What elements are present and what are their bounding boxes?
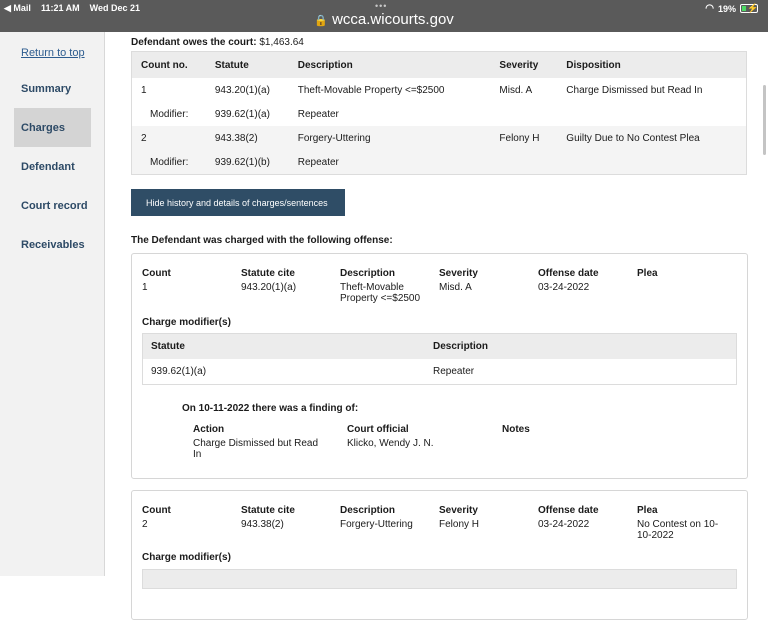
finding-title: On 10-11-2022 there was a finding of: bbox=[182, 403, 359, 414]
amount-owed-label: Defendant owes the court: bbox=[131, 37, 257, 48]
column-header: Description bbox=[297, 59, 353, 71]
statute-cite-label: Statute cite bbox=[241, 505, 295, 516]
amount-owed-value: $1,463.64 bbox=[259, 37, 304, 48]
offense-date-value: 03-24-2022 bbox=[538, 519, 590, 530]
statute-cite-value: 943.38(2) bbox=[241, 519, 284, 530]
return-to-top-label: Return to top bbox=[21, 46, 85, 59]
action-label: Action bbox=[193, 424, 225, 435]
modifier-description: Repeater bbox=[433, 366, 475, 377]
count-value: 2 bbox=[142, 519, 148, 530]
count-value: 1 bbox=[142, 282, 148, 293]
table-row: Modifier: 939.62(1)(b) Repeater bbox=[132, 150, 746, 174]
offense-section-title: The Defendant was charged with the follo… bbox=[131, 235, 393, 246]
cell-count: 1 bbox=[141, 84, 147, 96]
battery-percent: 19% bbox=[717, 3, 736, 14]
address-bar[interactable]: 🔒 wcca.wicourts.gov bbox=[0, 11, 768, 28]
offense-date-label: Offense date bbox=[538, 505, 599, 516]
count-label: Count bbox=[142, 268, 171, 279]
address-url: wcca.wicourts.gov bbox=[332, 11, 454, 28]
court-official-label: Court official bbox=[347, 424, 409, 435]
charges-table: Count no. Statute Description Severity D… bbox=[131, 51, 747, 175]
offense-card: Count Statute cite Description Severity … bbox=[131, 490, 748, 620]
sidebar-item-charges[interactable]: Charges bbox=[14, 108, 91, 147]
action-value-line2: In bbox=[193, 449, 202, 460]
cell-statute: 939.62(1)(b) bbox=[214, 156, 270, 168]
page-scrollbar[interactable] bbox=[763, 85, 766, 155]
charge-modifiers-title: Charge modifier(s) bbox=[142, 317, 231, 328]
notes-label: Notes bbox=[502, 424, 530, 435]
severity-label: Severity bbox=[439, 505, 478, 516]
severity-value: Felony H bbox=[439, 519, 480, 530]
cell-severity: Felony H bbox=[499, 132, 540, 144]
cell-description: Theft-Movable Property <=$2500 bbox=[297, 84, 445, 96]
sidebar-item-summary[interactable]: Summary bbox=[14, 69, 91, 108]
description-value-line1: Theft-Movable bbox=[340, 282, 404, 293]
offense-card: Count Statute cite Description Severity … bbox=[131, 253, 748, 479]
cell-description: Repeater bbox=[297, 156, 339, 168]
ios-status-bar: ◀ Mail 11:21 AM Wed Dec 21 ••• 🔒 wcca.wi… bbox=[0, 0, 768, 32]
table-row: Modifier: 939.62(1)(a) Repeater bbox=[132, 102, 746, 126]
modifier-table-header: Statute Description bbox=[143, 334, 736, 359]
cell-statute: 943.20(1)(a) bbox=[214, 84, 270, 96]
column-header: Count no. bbox=[141, 59, 188, 71]
hide-history-button[interactable]: Hide history and details of charges/sent… bbox=[131, 189, 345, 216]
column-header: Statute bbox=[151, 341, 185, 352]
sidebar-item-receivables[interactable]: Receivables bbox=[14, 225, 91, 264]
table-row: 1 943.20(1)(a) Theft-Movable Property <=… bbox=[132, 78, 746, 102]
table-row: 939.62(1)(a) Repeater bbox=[143, 359, 736, 384]
sidebar-item-label: Defendant bbox=[21, 160, 75, 173]
modifier-statute: 939.62(1)(a) bbox=[151, 366, 207, 377]
severity-label: Severity bbox=[439, 268, 478, 279]
description-label: Description bbox=[340, 505, 396, 516]
cell-disposition: Guilty Due to No Contest Plea bbox=[566, 132, 700, 144]
column-header: Description bbox=[433, 341, 489, 352]
wifi-icon: ◠ bbox=[705, 3, 714, 14]
modifier-table bbox=[142, 569, 737, 589]
sidebar-item-label: Court record bbox=[21, 199, 88, 212]
return-to-top-link[interactable]: Return to top bbox=[14, 33, 91, 72]
cell-count: 2 bbox=[141, 132, 147, 144]
cell-description: Forgery-Uttering bbox=[297, 132, 371, 144]
severity-value: Misd. A bbox=[439, 282, 472, 293]
sidebar-item-defendant[interactable]: Defendant bbox=[14, 147, 91, 186]
plea-value-line2: 10-2022 bbox=[637, 530, 674, 541]
column-header: Severity bbox=[499, 59, 539, 71]
cell-statute: 943.38(2) bbox=[214, 132, 258, 144]
sidebar-item-court-record[interactable]: Court record bbox=[14, 186, 91, 225]
description-value: Forgery-Uttering bbox=[340, 519, 413, 530]
cell-count: Modifier: bbox=[150, 156, 189, 168]
status-right: ◠ 19% ⚡ bbox=[705, 3, 758, 14]
column-header: Disposition bbox=[566, 59, 621, 71]
plea-label: Plea bbox=[637, 268, 658, 279]
action-value-line1: Charge Dismissed but Read bbox=[193, 438, 319, 449]
amount-owed: Defendant owes the court: $1,463.64 bbox=[131, 37, 304, 48]
sidebar-item-label: Summary bbox=[21, 82, 72, 95]
table-row: 2 943.38(2) Forgery-Uttering Felony H Gu… bbox=[132, 126, 746, 150]
plea-label: Plea bbox=[637, 505, 658, 516]
charge-modifiers-title: Charge modifier(s) bbox=[142, 552, 231, 563]
cell-disposition: Charge Dismissed but Read In bbox=[566, 84, 703, 96]
cell-statute: 939.62(1)(a) bbox=[214, 108, 270, 120]
multitasking-dots-icon[interactable]: ••• bbox=[375, 1, 387, 11]
lock-icon: 🔒 bbox=[314, 15, 328, 27]
charges-table-header: Count no. Statute Description Severity D… bbox=[132, 52, 746, 78]
statute-cite-label: Statute cite bbox=[241, 268, 295, 279]
cell-count: Modifier: bbox=[150, 108, 189, 120]
description-value-line2: Property <=$2500 bbox=[340, 293, 421, 304]
offense-date-label: Offense date bbox=[538, 268, 599, 279]
battery-icon: ⚡ bbox=[740, 3, 758, 13]
offense-date-value: 03-24-2022 bbox=[538, 282, 590, 293]
modifier-table: Statute Description 939.62(1)(a) Repeate… bbox=[142, 333, 737, 385]
court-official-value: Klicko, Wendy J. N. bbox=[347, 438, 434, 449]
statute-cite-value: 943.20(1)(a) bbox=[241, 282, 297, 293]
sidebar-item-label: Receivables bbox=[21, 238, 85, 251]
description-label: Description bbox=[340, 268, 396, 279]
plea-value-line1: No Contest on 10- bbox=[637, 519, 719, 530]
sidebar-item-label: Charges bbox=[21, 121, 66, 134]
sidebar-nav: Return to top Summary Charges Defendant … bbox=[0, 32, 105, 576]
cell-severity: Misd. A bbox=[499, 84, 533, 96]
column-header: Statute bbox=[214, 59, 249, 71]
cell-description: Repeater bbox=[297, 108, 339, 120]
count-label: Count bbox=[142, 505, 171, 516]
